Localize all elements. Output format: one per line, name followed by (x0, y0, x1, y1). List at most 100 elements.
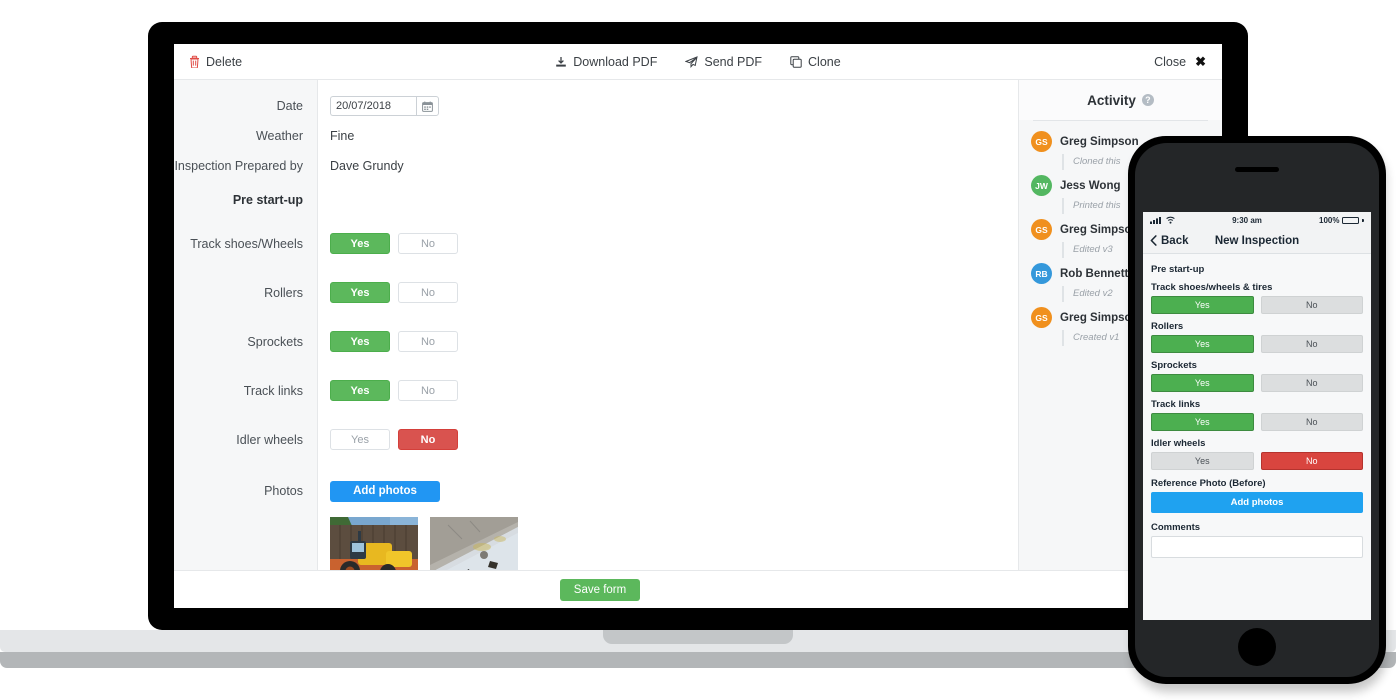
phone-rollers-yes-button[interactable]: Yes (1151, 335, 1254, 353)
date-control (330, 96, 439, 116)
phone-label-comments: Comments (1151, 522, 1201, 533)
phone-rollers-no-button[interactable]: No (1260, 335, 1363, 353)
field-date-row (318, 91, 1018, 121)
phone-track-links-no-button[interactable]: No (1260, 413, 1363, 431)
track-links-yes-button[interactable]: Yes (330, 380, 390, 401)
phone-back-button[interactable]: Back (1150, 235, 1189, 247)
phone-home-button[interactable] (1238, 628, 1276, 666)
phone-idler-wheels-no-button[interactable]: No (1260, 452, 1363, 470)
phone-yesno-track-shoes: Yes No (1151, 296, 1363, 314)
phone-label-idler-wheels: Idler wheels (1151, 438, 1206, 449)
download-icon (555, 56, 567, 68)
field-rollers-row: Yes No (318, 268, 1018, 317)
phone-add-photos-button[interactable]: Add photos (1151, 492, 1363, 513)
field-photos-row: Add photos (318, 476, 1018, 506)
phone-yesno-sprockets: Yes No (1151, 374, 1363, 392)
field-track-shoes-row: Yes No (318, 219, 1018, 268)
phone-status-bar: 9:30 am 100% (1143, 212, 1371, 228)
photo-thumbnail-concrete[interactable] (430, 517, 518, 570)
label-photos: Photos (264, 484, 303, 498)
label-track-links: Track links (243, 383, 303, 398)
track-links-no-button[interactable]: No (398, 380, 458, 401)
app-footer: Save form (174, 570, 1222, 608)
idler-wheels-no-button[interactable]: No (398, 429, 458, 450)
phone-label-rollers: Rollers (1151, 321, 1184, 332)
send-pdf-button[interactable]: Send PDF (685, 55, 762, 69)
sprockets-no-button[interactable]: No (398, 331, 458, 352)
label-pre-start-up: Pre start-up (232, 193, 303, 207)
inspection-form-pane: Date Weather Inspection Prepared by Pre … (174, 80, 1018, 570)
app-body: Date Weather Inspection Prepared by Pre … (174, 80, 1222, 570)
help-icon[interactable]: ? (1141, 94, 1154, 106)
activity-user-name: Greg Simpson (1060, 223, 1139, 236)
avatar: RB (1031, 263, 1052, 284)
rollers-no-button[interactable]: No (398, 282, 458, 303)
field-idler-wheels-row: Yes No (318, 415, 1018, 464)
save-form-button[interactable]: Save form (559, 578, 641, 601)
activity-user-name: Rob Bennetts (1060, 267, 1135, 280)
clone-button[interactable]: Clone (790, 55, 841, 69)
phone-track-links-yes-button[interactable]: Yes (1151, 413, 1254, 431)
rollers-yes-button[interactable]: Yes (330, 282, 390, 303)
phone-back-label: Back (1161, 234, 1189, 247)
photo-thumbnail-roller[interactable] (330, 517, 418, 570)
phone-idler-wheels-yes-button[interactable]: Yes (1151, 452, 1254, 470)
phone-sprockets-yes-button[interactable]: Yes (1151, 374, 1254, 392)
download-pdf-button[interactable]: Download PDF (555, 55, 657, 69)
date-input[interactable] (330, 96, 416, 116)
close-label[interactable]: Close (1154, 55, 1186, 69)
photo-thumbnails (318, 517, 1018, 570)
toolbar-right-group: Close ✖ (1154, 55, 1206, 69)
track-shoes-no-button[interactable]: No (398, 233, 458, 254)
yesno-group-sprockets: Yes No (330, 331, 458, 352)
phone-signal-group (1150, 216, 1175, 224)
add-photos-button[interactable]: Add photos (330, 480, 440, 502)
phone-comments-input[interactable] (1151, 536, 1363, 558)
label-track-shoes: Track shoes/Wheels (190, 236, 303, 251)
yesno-group-idler-wheels: Yes No (330, 429, 458, 450)
label-prepared-by: Inspection Prepared by (174, 159, 303, 173)
phone-yesno-idler-wheels: Yes No (1151, 452, 1363, 470)
label-date: Date (276, 99, 303, 113)
form-labels-column: Date Weather Inspection Prepared by Pre … (174, 80, 318, 570)
screenshot-stage: Delete Download PDF Send PDF Clone Close… (0, 0, 1400, 700)
activity-user-name: Jess Wong (1060, 179, 1121, 192)
chevron-left-icon (1150, 235, 1157, 246)
paper-plane-icon (685, 55, 699, 68)
field-sprockets-row: Yes No (318, 317, 1018, 366)
phone-track-shoes-no-button[interactable]: No (1260, 296, 1363, 314)
phone-battery-percent: 100% (1319, 215, 1340, 225)
close-icon[interactable]: ✖ (1195, 55, 1206, 68)
app-toolbar: Delete Download PDF Send PDF Clone Close… (174, 44, 1222, 80)
calendar-icon (422, 101, 433, 112)
phone-label-track-links: Track links (1151, 399, 1201, 410)
label-sprockets: Sprockets (247, 334, 303, 349)
phone-sprockets-no-button[interactable]: No (1260, 374, 1363, 392)
sprockets-yes-button[interactable]: Yes (330, 331, 390, 352)
phone-label-reference-photo: Reference Photo (Before) (1151, 478, 1266, 489)
phone-speaker-grille (1235, 167, 1279, 172)
calendar-picker-button[interactable] (416, 96, 439, 116)
phone-screen: 9:30 am 100% Back New Inspection Pre sta… (1143, 212, 1371, 620)
yesno-group-track-links: Yes No (330, 380, 458, 401)
phone-label-sprockets: Sprockets (1151, 360, 1197, 371)
wifi-icon (1166, 216, 1175, 224)
phone-yesno-rollers: Yes No (1151, 335, 1363, 353)
activity-user-name: Greg Simpson (1060, 311, 1139, 324)
toolbar-center-group: Download PDF Send PDF Clone (174, 55, 1222, 69)
form-fields-column: Fine Dave Grundy Yes No Yes (318, 80, 1018, 570)
label-idler-wheels: Idler wheels (236, 432, 303, 447)
phone-track-shoes-yes-button[interactable]: Yes (1151, 296, 1254, 314)
yesno-group-track-shoes: Yes No (330, 233, 458, 254)
phone-mockup: 9:30 am 100% Back New Inspection Pre sta… (1128, 136, 1390, 696)
avatar: GS (1031, 131, 1052, 152)
phone-clock: 9:30 am (1232, 215, 1262, 225)
label-rollers: Rollers (264, 285, 303, 300)
avatar: GS (1031, 219, 1052, 240)
field-track-links-row: Yes No (318, 366, 1018, 415)
track-shoes-yes-button[interactable]: Yes (330, 233, 390, 254)
phone-label-track-shoes: Track shoes/wheels & tires (1151, 282, 1273, 293)
idler-wheels-yes-button[interactable]: Yes (330, 429, 390, 450)
clone-label: Clone (808, 54, 841, 69)
laptop-mockup: Delete Download PDF Send PDF Clone Close… (0, 22, 1396, 668)
